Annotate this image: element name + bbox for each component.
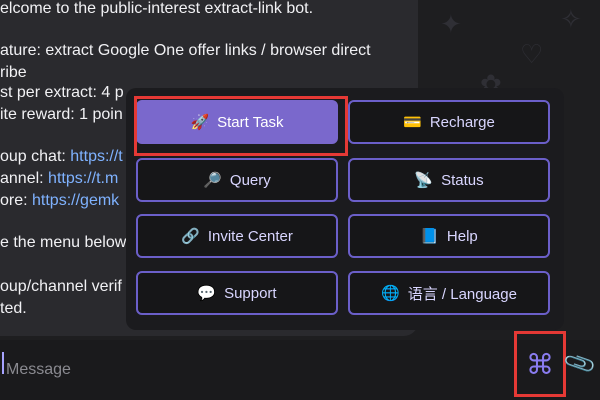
message-line: e the menu below bbox=[0, 234, 127, 251]
bot-reply-keyboard: 🚀 Start Task 💳 Recharge 🔎 Query 📡 Status… bbox=[126, 88, 564, 330]
status-button[interactable]: 📡 Status bbox=[348, 158, 550, 202]
message-line-group-chat: oup chat: https://t bbox=[0, 148, 123, 166]
channel-link[interactable]: https://t.m bbox=[48, 170, 118, 187]
button-label: Recharge bbox=[429, 113, 495, 131]
button-label: Query bbox=[229, 171, 271, 189]
recharge-button[interactable]: 💳 Recharge bbox=[348, 100, 550, 144]
button-label: Support bbox=[224, 284, 277, 302]
speech-bubble-icon: 💬 bbox=[197, 284, 217, 302]
start-task-button[interactable]: 🚀 Start Task bbox=[136, 100, 338, 144]
message-line: elcome to the public-interest extract-li… bbox=[0, 0, 314, 17]
button-label: Help bbox=[446, 227, 478, 245]
command-icon: ⌘ bbox=[526, 347, 554, 381]
message-line: st per extract: 4 p bbox=[0, 84, 124, 101]
button-label: Start Task bbox=[217, 113, 284, 131]
invite-center-button[interactable]: 🔗 Invite Center bbox=[136, 214, 338, 258]
channel-label: annel: bbox=[0, 170, 49, 187]
doodle-star-icon: ✦ bbox=[440, 10, 462, 40]
blue-book-icon: 📘 bbox=[420, 227, 439, 245]
message-line: ted. bbox=[0, 300, 27, 317]
button-label: Invite Center bbox=[207, 227, 293, 245]
query-button[interactable]: 🔎 Query bbox=[136, 158, 338, 202]
satellite-dish-icon: 📡 bbox=[414, 171, 434, 189]
group-chat-link[interactable]: https://t bbox=[70, 148, 122, 165]
language-button[interactable]: 🌐 语言 / Language bbox=[348, 271, 550, 315]
bot-command-menu-button[interactable]: ⌘ bbox=[514, 332, 566, 396]
button-label: Status bbox=[441, 171, 484, 189]
magnifier-icon: 🔎 bbox=[203, 171, 222, 189]
globe-icon: 🌐 bbox=[381, 284, 400, 302]
message-line-more: ore: https://gemk bbox=[0, 192, 119, 210]
message-composer bbox=[0, 340, 600, 400]
text-caret bbox=[2, 352, 4, 374]
doodle-heart-icon: ♡ bbox=[520, 40, 544, 70]
group-chat-label: oup chat: bbox=[0, 148, 71, 165]
link-icon: 🔗 bbox=[181, 227, 200, 245]
rocket-icon: 🚀 bbox=[190, 113, 210, 131]
doodle-sparkle-icon: ✧ bbox=[560, 5, 582, 35]
button-label: 语言 / Language bbox=[407, 285, 517, 303]
message-line: oup/channel verif bbox=[0, 278, 122, 295]
more-link[interactable]: https://gemk bbox=[32, 192, 119, 209]
message-input[interactable] bbox=[4, 354, 488, 386]
support-button[interactable]: 💬 Support bbox=[136, 271, 338, 315]
help-button[interactable]: 📘 Help bbox=[348, 214, 550, 258]
credit-card-icon: 💳 bbox=[403, 113, 422, 131]
message-line: ribe bbox=[0, 64, 27, 81]
message-line: ature: extract Google One offer links / … bbox=[0, 42, 371, 59]
message-line: ite reward: 1 poin bbox=[0, 106, 123, 123]
message-line-channel: annel: https://t.m bbox=[0, 170, 118, 188]
more-label: ore: bbox=[0, 192, 33, 209]
